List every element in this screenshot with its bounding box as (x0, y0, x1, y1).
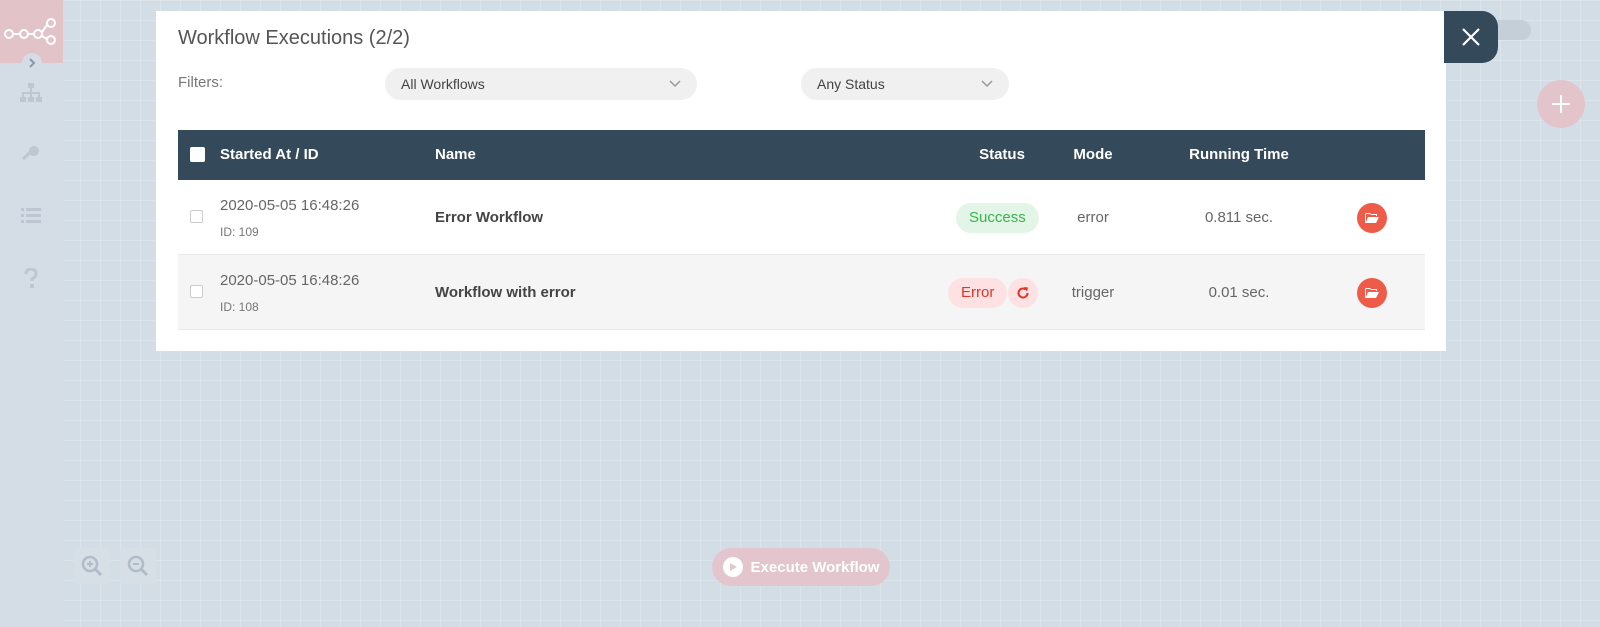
chevron-down-icon (669, 80, 681, 88)
plus-icon (1552, 95, 1570, 113)
folder-open-icon (1365, 213, 1379, 223)
execution-mode: trigger (1071, 284, 1115, 301)
execution-id: ID: 108 (220, 300, 259, 314)
network-icon[interactable] (18, 80, 44, 106)
execution-mode: error (1077, 209, 1109, 226)
column-header-status: Status (979, 146, 1025, 163)
sidebar (0, 0, 63, 627)
chevron-right-icon[interactable] (22, 53, 42, 73)
execute-workflow-button[interactable]: Execute Workflow (712, 548, 890, 586)
chevron-down-icon (981, 80, 993, 88)
zoom-out-button[interactable] (120, 548, 156, 584)
retry-execution-button[interactable] (1008, 278, 1038, 308)
workflow-name: Error Workflow (435, 209, 544, 226)
play-icon (722, 557, 743, 577)
running-time: 0.01 sec. (1208, 284, 1270, 301)
filters-label: Filters: (178, 74, 223, 91)
zoom-in-icon (81, 555, 103, 577)
column-header-started: Started At / ID (220, 146, 319, 163)
open-execution-button[interactable] (1357, 203, 1387, 233)
question-icon[interactable] (18, 265, 44, 291)
running-time: 0.811 sec. (1204, 209, 1274, 226)
workflow-filter-select[interactable]: All Workflows (385, 68, 697, 100)
open-execution-button[interactable] (1357, 278, 1387, 308)
started-at: 2020-05-05 16:48:26 (220, 197, 360, 214)
zoom-out-icon (127, 555, 149, 577)
workflow-name: Workflow with error (435, 284, 576, 301)
list-icon[interactable] (18, 203, 44, 229)
status-filter-select[interactable]: Any Status (801, 68, 1009, 100)
status-badge: Error (948, 278, 1008, 308)
started-at: 2020-05-05 16:48:26 (220, 272, 360, 289)
key-icon[interactable] (18, 141, 44, 167)
add-node-button[interactable] (1537, 80, 1585, 128)
table-row: 2020-05-05 16:48:26 ID: 108 Workflow wit… (178, 255, 1425, 330)
zoom-in-button[interactable] (74, 548, 110, 584)
executions-modal: Workflow Executions (2/2) Filters: All W… (156, 11, 1446, 351)
workflow-filter-value: All Workflows (401, 76, 485, 92)
row-checkbox[interactable] (190, 210, 203, 223)
execution-id: ID: 109 (220, 225, 259, 239)
column-header-mode: Mode (1073, 146, 1113, 163)
status-badge: Success (956, 203, 1039, 233)
table-header: Started At / ID Name Status Mode Running… (178, 130, 1425, 180)
close-modal-button[interactable] (1444, 11, 1498, 63)
executions-table: Started At / ID Name Status Mode Running… (178, 130, 1425, 330)
select-all-checkbox[interactable] (190, 147, 205, 162)
column-header-running-time: Running Time (1189, 146, 1289, 163)
column-header-name: Name (435, 146, 476, 163)
retry-icon (1017, 287, 1029, 299)
status-filter-value: Any Status (817, 76, 885, 92)
close-icon (1462, 28, 1480, 46)
folder-open-icon (1365, 288, 1379, 298)
table-row: 2020-05-05 16:48:26 ID: 109 Error Workfl… (178, 180, 1425, 255)
modal-title: Workflow Executions (2/2) (178, 27, 410, 49)
execute-workflow-label: Execute Workflow (750, 558, 880, 576)
row-checkbox[interactable] (190, 285, 203, 298)
